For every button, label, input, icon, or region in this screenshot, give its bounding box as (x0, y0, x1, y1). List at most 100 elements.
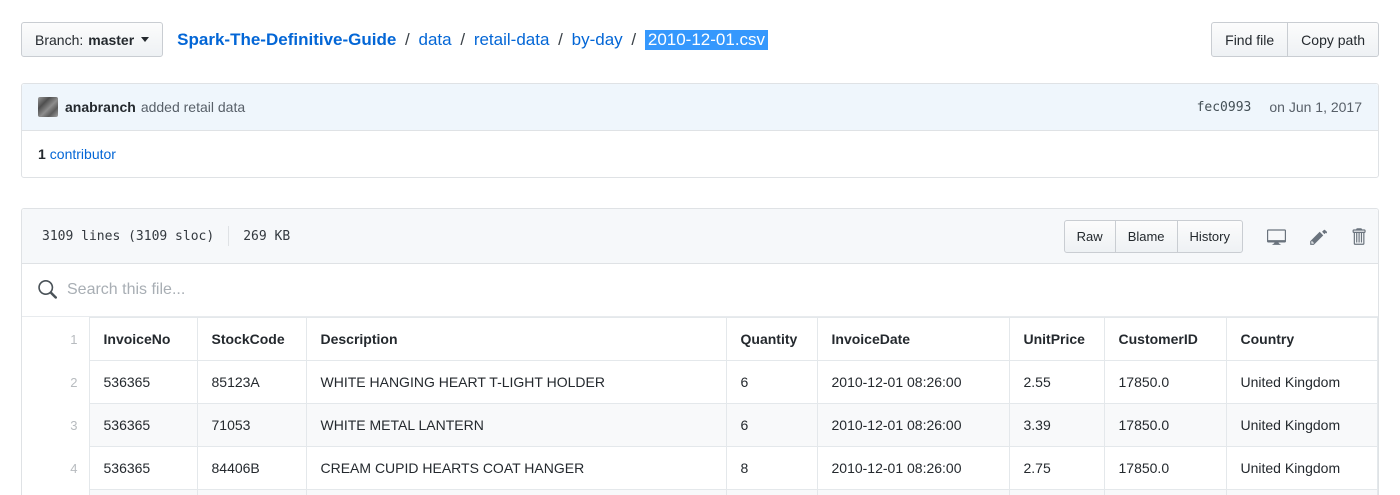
file-meta-bar: 3109 lines (3109 sloc) 269 KB Raw Blame … (22, 209, 1378, 264)
table-cell (88, 489, 198, 495)
column-header: CustomerID (1103, 317, 1227, 361)
breadcrumb-filename-selected: 2010-12-01.csv (644, 29, 769, 50)
table-cell: 8 (725, 446, 818, 490)
table-cell (816, 489, 1010, 495)
line-number: 2 (22, 360, 89, 404)
table-body: 2 536365 85123A WHITE HANGING HEART T-LIGHT… (22, 360, 1378, 495)
table-cell: CREAM CUPID HEARTS COAT HANGER (305, 446, 727, 490)
breadcrumb: Spark-The-Definitive-Guide / data / reta… (177, 29, 1199, 50)
table-cell: 2010-12-01 08:26:00 (816, 446, 1010, 490)
column-header: UnitPrice (1008, 317, 1105, 361)
table-cell: WHITE METAL LANTERN (305, 403, 727, 447)
line-number: 4 (22, 446, 89, 490)
table-cell: 71053 (196, 403, 307, 447)
table-cell (196, 489, 307, 495)
trashcan-icon (1351, 227, 1366, 246)
line-number: 3 (22, 403, 89, 447)
commit-date: on Jun 1, 2017 (1269, 99, 1362, 115)
raw-button[interactable]: Raw (1063, 219, 1116, 253)
column-header: Description (305, 317, 727, 361)
edit-file-button[interactable] (1310, 227, 1327, 246)
table-cell (1225, 489, 1378, 495)
file-actions-group: Find file Copy path (1211, 22, 1379, 57)
table-cell: 2010-12-01 08:26:00 (816, 403, 1010, 447)
table-cell: United Kingdom (1225, 403, 1378, 447)
csv-table: 1 InvoiceNo StockCode Description Quantity In… (22, 317, 1378, 495)
avatar[interactable] (38, 97, 58, 117)
table-cell: 84406B (196, 446, 307, 490)
line-number: 5 (22, 489, 89, 495)
table-cell: 6 (725, 360, 818, 404)
file-box: 3109 lines (3109 sloc) 269 KB Raw Blame … (21, 208, 1379, 495)
file-meta-actions: Raw Blame History (1063, 219, 1366, 253)
file-size: 269 KB (243, 228, 291, 244)
caret-down-icon (141, 37, 150, 42)
table-cell: 2.75 (1008, 446, 1105, 490)
open-in-desktop-button[interactable] (1267, 227, 1286, 246)
column-header: Quantity (725, 317, 818, 361)
column-header: InvoiceDate (816, 317, 1010, 361)
contributors-row: 1 contributor (22, 131, 1378, 177)
table-cell: 6 (725, 403, 818, 447)
file-lines-info: 3109 lines (3109 sloc) (42, 228, 215, 244)
pencil-icon (1310, 227, 1327, 246)
table-cell: 2.55 (1008, 360, 1105, 404)
commit-meta: fec0993 on Jun 1, 2017 (1197, 99, 1362, 115)
file-info: 3109 lines (3109 sloc) 269 KB (42, 226, 290, 246)
column-header: InvoiceNo (88, 317, 198, 361)
device-desktop-icon (1267, 227, 1286, 246)
find-file-button[interactable]: Find file (1211, 22, 1289, 57)
commit-box: anabranch added retail data fec0993 on J… (21, 83, 1379, 178)
table-cell: 536365 (88, 446, 198, 490)
table-cell: 536365 (88, 360, 198, 404)
breadcrumb-repo-link[interactable]: Spark-The-Definitive-Guide (177, 30, 396, 49)
table-cell (725, 489, 818, 495)
commit-message-link[interactable]: added retail data (141, 99, 245, 115)
search-icon (37, 280, 57, 300)
history-button[interactable]: History (1176, 219, 1243, 253)
table-cell: 536365 (88, 403, 198, 447)
breadcrumb-separator: / (558, 29, 563, 49)
commit-sha: fec0993 (1196, 99, 1252, 115)
file-search-bar (22, 264, 1378, 317)
table-row: 5 (22, 489, 1378, 495)
file-navigation-bar: Branch: master Spark-The-Definitive-Guid… (21, 22, 1379, 57)
search-input[interactable] (67, 281, 1363, 299)
table-cell: 85123A (196, 360, 307, 404)
delete-file-button[interactable] (1351, 227, 1366, 246)
table-row: 4 536365 84406B CREAM CUPID HEARTS COAT HAN… (22, 446, 1378, 490)
breadcrumb-segment-by-day[interactable]: by-day (572, 30, 623, 49)
branch-label: Branch: (35, 31, 84, 48)
branch-selector-button[interactable]: Branch: master (21, 22, 164, 57)
column-header: StockCode (196, 317, 307, 361)
commit-tease: anabranch added retail data fec0993 on J… (22, 84, 1378, 131)
contributors-link[interactable]: 1 contributor (38, 146, 116, 162)
breadcrumb-segment-retail-data[interactable]: retail-data (474, 30, 550, 49)
blame-button[interactable]: Blame (1114, 219, 1178, 253)
breadcrumb-separator: / (631, 29, 637, 49)
commit-author-link[interactable]: anabranch (65, 99, 136, 115)
raw-blame-history-group: Raw Blame History (1063, 219, 1243, 253)
file-info-divider (228, 226, 230, 246)
table-cell: 17850.0 (1103, 360, 1227, 404)
table-row: 2 536365 85123A WHITE HANGING HEART T-LIGHT… (22, 360, 1378, 404)
breadcrumb-separator: / (405, 29, 410, 49)
table-cell: 3.39 (1008, 403, 1105, 447)
table-cell: 2010-12-01 08:26:00 (816, 360, 1010, 404)
table-cell: 17850.0 (1103, 446, 1227, 490)
table-cell: United Kingdom (1225, 360, 1378, 404)
copy-path-button[interactable]: Copy path (1287, 22, 1379, 57)
line-number: 1 (22, 317, 89, 361)
table-cell (1008, 489, 1105, 495)
table-cell: 17850.0 (1103, 403, 1227, 447)
table-cell (1103, 489, 1227, 495)
table-cell: WHITE HANGING HEART T-LIGHT HOLDER (305, 360, 727, 404)
contributor-label: contributor (49, 146, 116, 162)
contributor-count: 1 (38, 146, 46, 162)
branch-name: master (88, 31, 135, 48)
breadcrumb-segment-data[interactable]: data (419, 30, 452, 49)
table-cell (305, 489, 727, 495)
table-cell: United Kingdom (1225, 446, 1378, 490)
table-header-row: 1 InvoiceNo StockCode Description Quantity In… (22, 317, 1378, 361)
table-row: 3 536365 71053 WHITE METAL LANTERN 6 2010-12-… (22, 403, 1378, 447)
